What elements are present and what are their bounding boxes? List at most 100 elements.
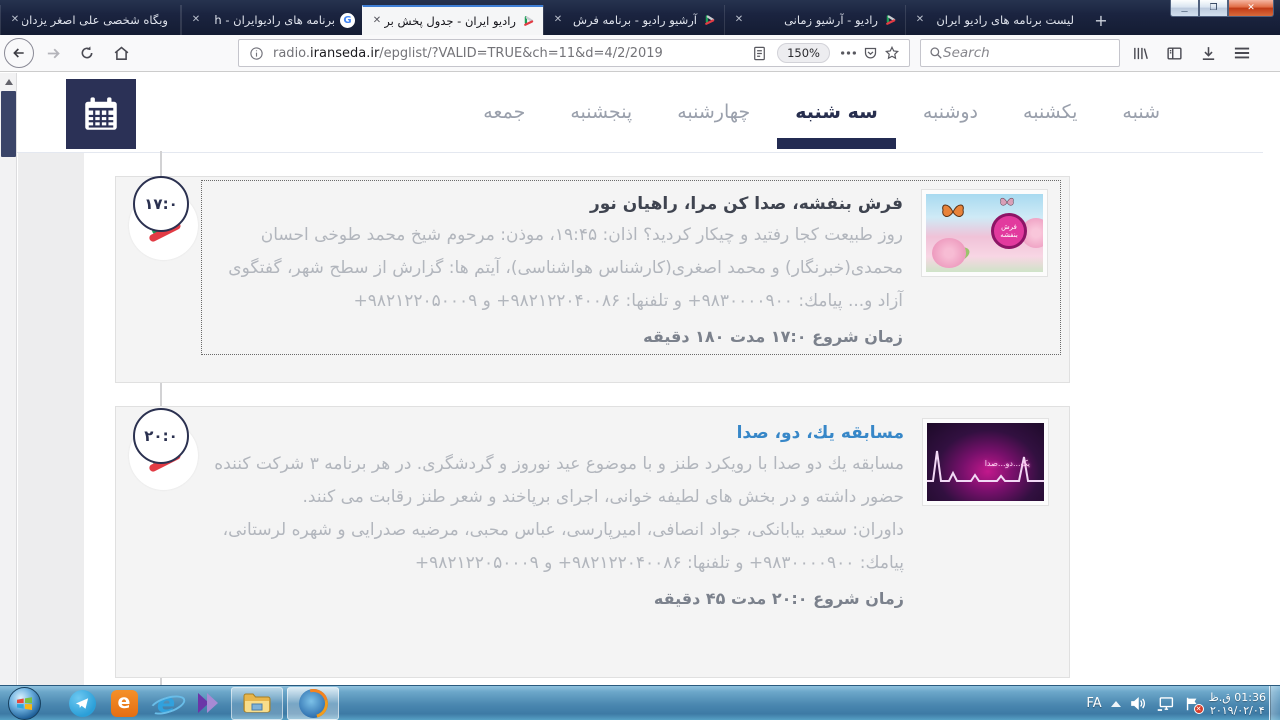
google-favicon-icon [340,13,355,28]
firefox-window: وبگاه شخصی علی اصغر یزدان برنامه های راد… [0,0,1280,720]
tab-close-icon[interactable] [370,14,384,28]
image-caption: یک...دو...صدا [985,459,1030,468]
network-icon[interactable] [1156,696,1175,712]
page-content: شنبه یکشنبه دوشنبه سه شنبه چهارشنبه پنجش… [0,73,1280,685]
reader-mode-icon[interactable] [748,42,770,64]
maximize-button[interactable] [1199,0,1228,17]
weekday-thursday[interactable]: پنجشنبه [570,101,632,123]
butterfly-icon [940,202,966,222]
tab-title: رادیو - آرشیو زمانی [746,13,883,27]
home-button[interactable] [106,38,136,68]
tab-radio-iran-schedule[interactable]: رادیو ایران - جدول پخش بر [362,5,543,35]
windows-taskbar: FA ✕ 01:36 ق.ظ ۲۰۱۹/۰۲/۰۴ [0,685,1280,720]
program-title[interactable]: فرش بنفشه، صدا کن مرا، راهیان نور [214,189,903,219]
forward-arrow-icon [45,45,62,62]
new-tab-button[interactable] [1086,5,1116,35]
image-badge: فرش بنفشه [991,213,1027,249]
iranseda-favicon-icon [883,13,898,28]
pocket-icon[interactable] [859,42,881,64]
iranseda-favicon-icon [521,14,536,29]
scroll-up-arrow[interactable] [2,75,15,88]
tab-program-list[interactable]: لیست برنامه های رادیو ایران [905,5,1086,35]
volume-icon[interactable] [1130,696,1147,711]
iranseda-favicon-icon [702,13,717,28]
firefox-icon [299,689,328,718]
time-badge-20: ۲۰:۰ [133,408,189,464]
folder-icon [243,692,271,714]
page-actions-icon[interactable] [837,42,859,64]
page-scrollbar[interactable] [0,73,17,685]
url-bar[interactable]: radio.iranseda.ir/epglist/?VALID=TRUE&ch… [238,39,910,67]
program-description-2: داوران: سعید بیابانكی، جواد انصافی، امیر… [213,514,904,580]
program-card-farsh-banafsheh[interactable]: فرش بنفشه فرش بنفشه، صدا کن مرا، راهیان … [115,176,1070,383]
reload-button[interactable] [72,38,102,68]
tab-title: برنامه های رادیوایران - h [203,13,340,27]
url-text: radio.iranseda.ir/epglist/?VALID=TRUE&ch… [267,46,748,61]
back-button[interactable] [4,38,34,68]
alert-badge: ✕ [1194,704,1204,714]
timeline-strip [18,153,84,685]
tab-close-icon[interactable] [189,13,203,27]
action-center-flag-icon[interactable]: ✕ [1184,696,1200,712]
show-desktop-button[interactable] [1269,686,1280,720]
tab-close-icon[interactable] [8,13,22,27]
windows-logo-icon [16,696,33,711]
weekday-friday[interactable]: جمعه [483,101,525,123]
site-info-icon[interactable] [245,42,267,64]
close-window-button[interactable] [1228,0,1274,17]
weekday-sunday[interactable]: یکشنبه [1023,101,1077,123]
program-schedule-info: زمان شروع ۱۷:۰ مدت ۱۸۰ دقیقه [214,327,903,346]
weekday-tuesday-active[interactable]: سه شنبه [795,101,878,123]
taskbar-kmplayer-icon[interactable] [187,687,229,720]
minimize-button[interactable] [1170,0,1199,17]
weekday-header: شنبه یکشنبه دوشنبه سه شنبه چهارشنبه پنجش… [0,73,1263,153]
program-description: مسابقه يك دو صدا با رویكرد طنز و با موضو… [213,448,904,514]
forward-button[interactable] [38,38,68,68]
language-indicator[interactable]: FA [1086,696,1101,711]
tab-close-icon[interactable] [551,13,565,27]
program-thumbnail[interactable]: یک...دو...صدا [922,418,1049,506]
tab-archive-program[interactable]: آرشیو رادیو - برنامه فرش [543,5,724,35]
download-icon[interactable] [1200,45,1217,62]
search-icon [929,46,943,60]
sidebar-icon[interactable] [1166,45,1183,62]
taskbar-explorer-button[interactable] [231,687,283,720]
taskbar-firefox-button[interactable] [287,687,339,720]
scrollbar-thumb[interactable] [1,91,16,157]
home-icon [113,45,130,62]
program-description: روز طبیعت کجا رفتید و چیکار کردید؟ اذان:… [214,219,903,318]
taskbar-internet-explorer-icon[interactable] [145,687,187,720]
weekday-nav: شنبه یکشنبه دوشنبه سه شنبه چهارشنبه پنجش… [483,101,1160,123]
program-title[interactable]: مسابقه يك، دو، صدا [213,418,904,448]
zoom-level-button[interactable]: 150% [777,43,830,63]
library-icon[interactable] [1132,45,1149,62]
tab-title: وبگاه شخصی علی اصغر یزدان [22,13,173,27]
clock[interactable]: 01:36 ق.ظ ۲۰۱۹/۰۲/۰۴ [1209,691,1266,717]
taskbar-eitaa-icon[interactable] [103,687,145,720]
window-controls [1170,0,1274,17]
search-bar[interactable] [920,39,1120,67]
weekday-monday[interactable]: دوشنبه [923,101,978,123]
program-inner: یک...دو...صدا مسابقه يك، دو، صدا مسابقه … [201,410,1061,616]
hidden-icons-arrow[interactable] [1111,701,1121,707]
start-button[interactable] [8,687,41,720]
bookmark-star-icon[interactable] [881,42,903,64]
program-card-mosabeghe[interactable]: یک...دو...صدا مسابقه يك، دو، صدا مسابقه … [115,406,1070,678]
tab-close-icon[interactable] [913,13,927,27]
menu-hamburger-icon[interactable] [1234,46,1250,60]
weekday-saturday[interactable]: شنبه [1122,101,1160,123]
program-schedule-info: زمان شروع ۲۰:۰ مدت ۴۵ دقیقه [213,589,904,608]
clock-date: ۲۰۱۹/۰۲/۰۴ [1209,704,1266,717]
taskbar-telegram-icon[interactable] [61,687,103,720]
tab-title: لیست برنامه های رادیو ایران [927,13,1079,27]
tab-google-search[interactable]: برنامه های رادیوایران - h [181,5,362,35]
tab-close-icon[interactable] [732,13,746,27]
calendar-icon [66,79,136,149]
tab-time-archive[interactable]: رادیو - آرشیو زمانی [724,5,905,35]
back-arrow-icon [4,38,34,68]
tab-title: آرشیو رادیو - برنامه فرش [565,13,702,27]
program-thumbnail[interactable]: فرش بنفشه [921,189,1048,277]
tab-personal-site[interactable]: وبگاه شخصی علی اصغر یزدان [0,5,181,35]
weekday-wednesday[interactable]: چهارشنبه [677,101,750,123]
search-input[interactable] [943,45,1111,61]
